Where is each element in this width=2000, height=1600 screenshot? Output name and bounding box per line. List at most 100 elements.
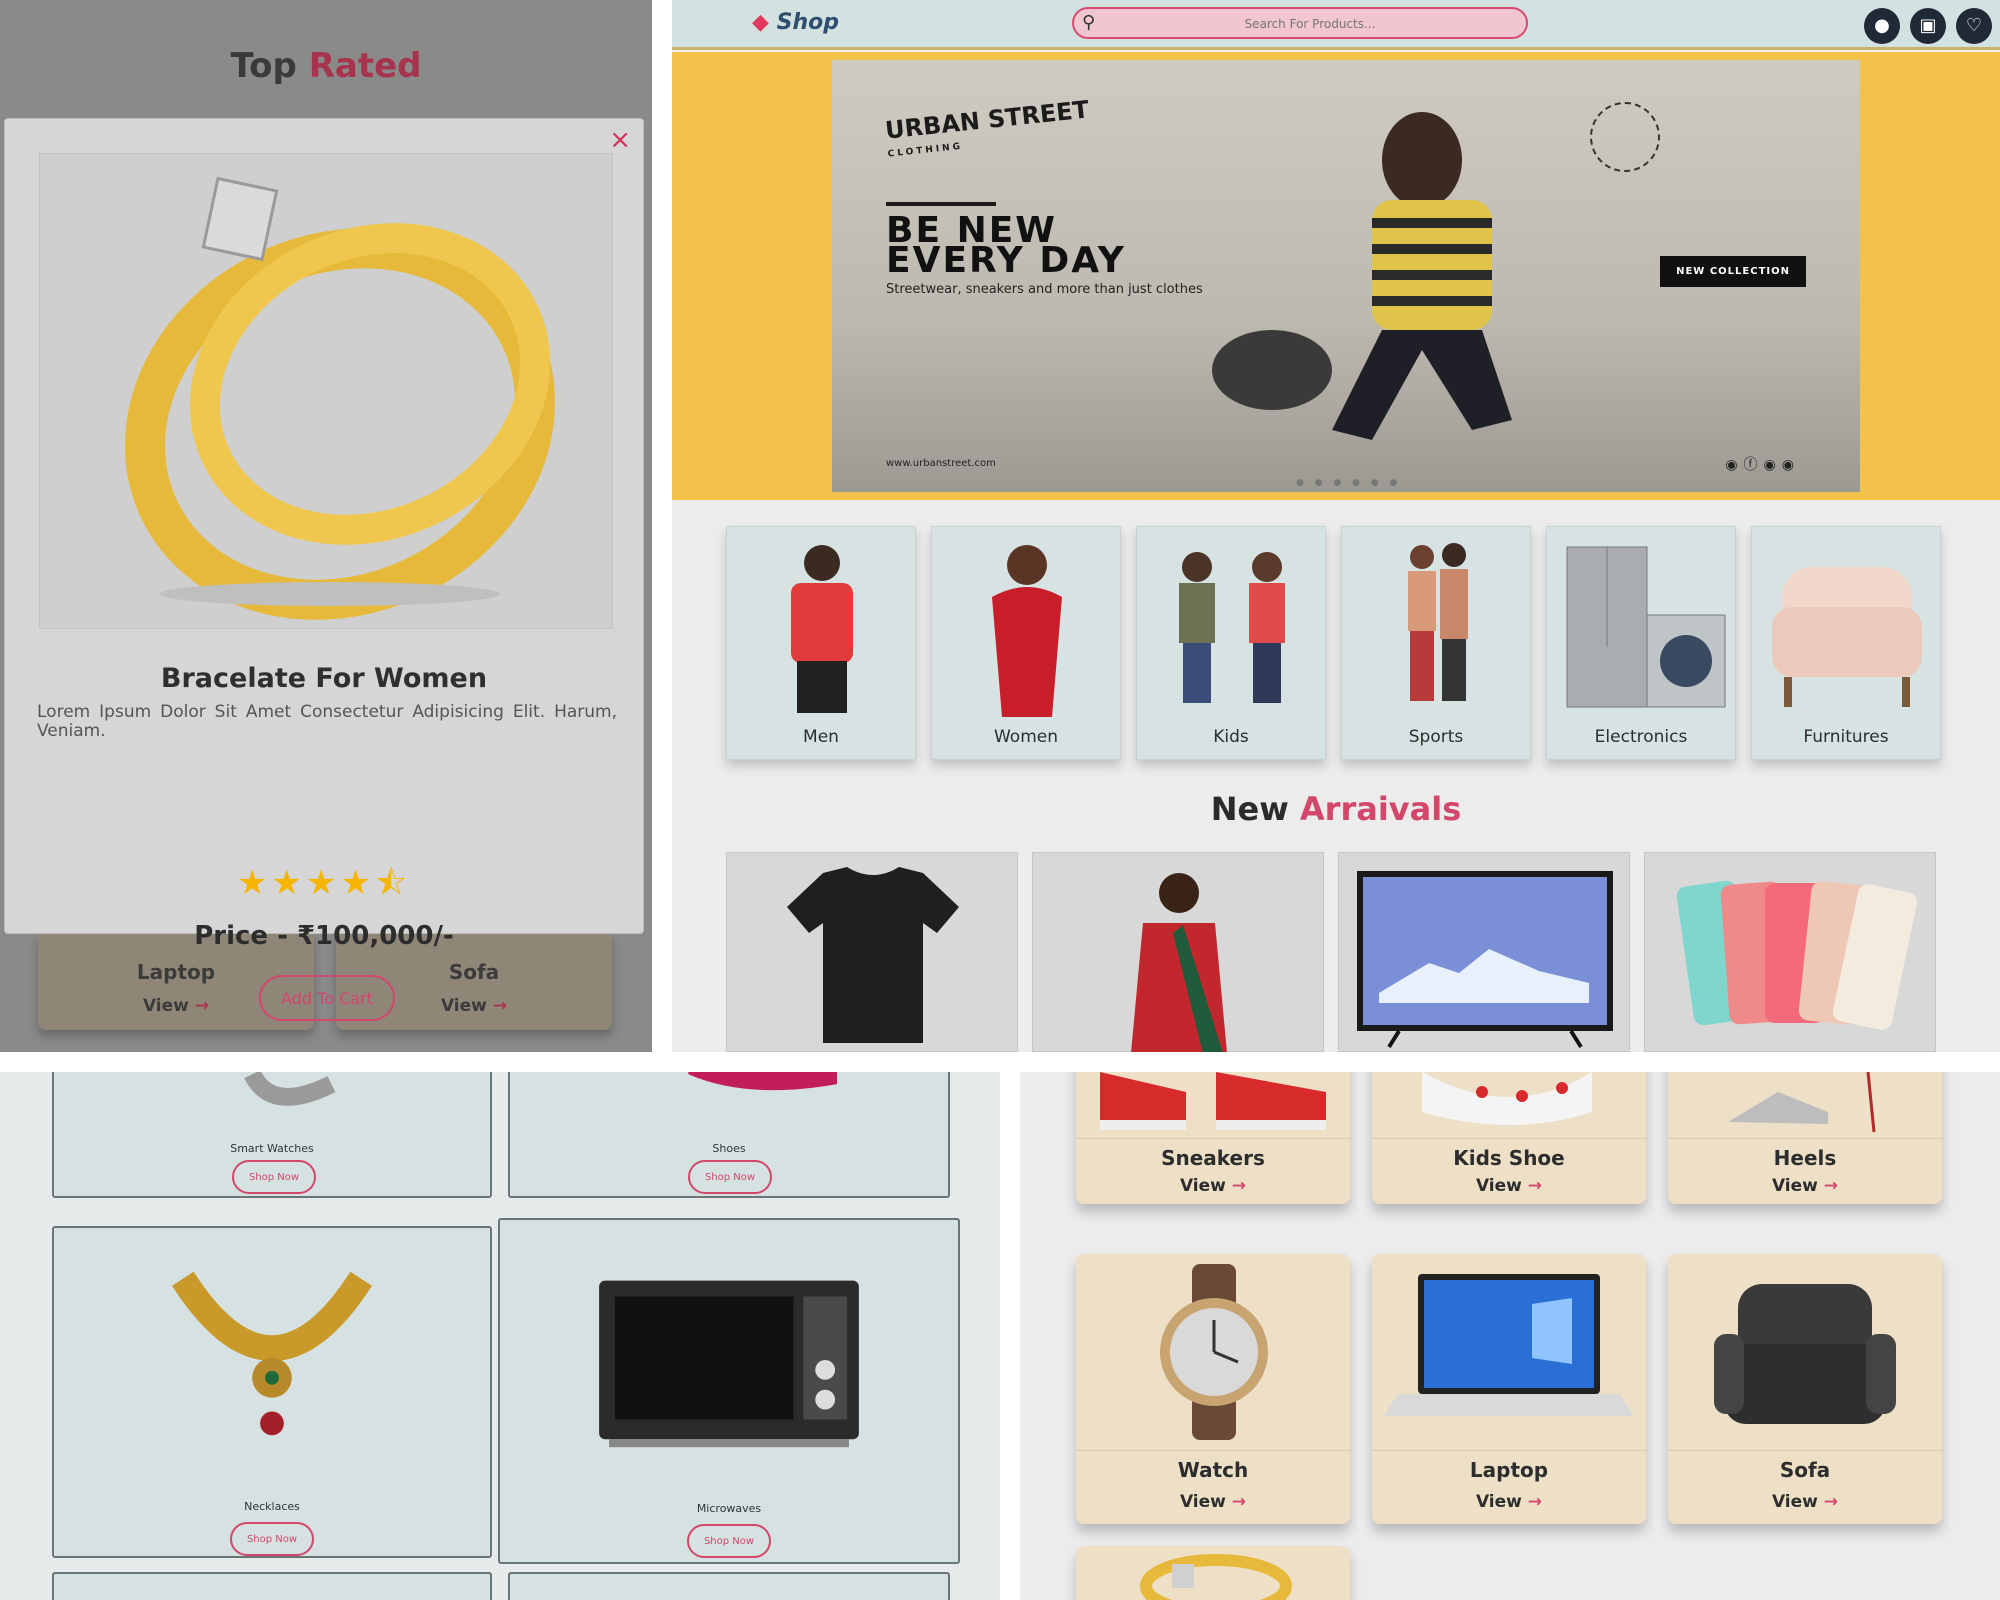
- carousel-dots[interactable]: ● ● ● ● ● ●: [1296, 478, 1401, 488]
- arrival-card-tshirt[interactable]: [726, 852, 1018, 1052]
- close-icon[interactable]: ×: [609, 125, 631, 155]
- heart-icon[interactable]: ♡: [1956, 8, 1992, 44]
- banner-brand: URBAN STREET CLOTHING: [884, 95, 1092, 166]
- microwave-image: [599, 1280, 859, 1448]
- card-divider: [1668, 1450, 1942, 1451]
- view-label: View: [1475, 1176, 1522, 1196]
- shop-now-button[interactable]: Shop Now: [687, 1524, 771, 1558]
- shop-card-smart-watches[interactable]: Smart Watches Shop Now: [52, 1072, 492, 1198]
- category-kids[interactable]: Kids: [1136, 526, 1326, 760]
- add-to-cart-button[interactable]: Add To Cart: [259, 975, 395, 1021]
- card-divider: [1372, 1450, 1646, 1451]
- view-card-watch[interactable]: Watch View →: [1076, 1254, 1350, 1524]
- shop-now-button[interactable]: Shop Now: [230, 1522, 314, 1556]
- view-link[interactable]: View →: [1076, 1492, 1350, 1512]
- category-label: Kids: [1213, 727, 1249, 747]
- banner-subtext: Streetwear, sneakers and more than just …: [886, 282, 1203, 297]
- shop-card-partial[interactable]: [508, 1572, 950, 1600]
- shop-card-name: Necklaces: [244, 1500, 300, 1513]
- view-link[interactable]: View →: [1372, 1492, 1646, 1512]
- sofa-image: [1714, 1284, 1896, 1424]
- arrow-right-icon: →: [1231, 1176, 1247, 1196]
- view-label: View: [440, 996, 487, 1016]
- view-label: View: [142, 996, 189, 1016]
- rating-stars-icon: ★★★★⯪: [236, 863, 412, 903]
- section-title: Top Rated: [0, 46, 652, 86]
- social-icons[interactable]: ◉ⓕ◉◉: [1725, 454, 1800, 474]
- view-label: View: [1179, 1176, 1226, 1196]
- screenshot-collage: Top Rated Laptop View → Sofa View → × Br…: [0, 0, 2000, 1600]
- view-link[interactable]: View →: [1668, 1176, 1942, 1196]
- headline-rule: [886, 202, 996, 206]
- view-card-laptop[interactable]: Laptop View →: [1372, 1254, 1646, 1524]
- view-card-kids-shoe[interactable]: Kids Shoe View →: [1372, 1072, 1646, 1204]
- model-photo: [1212, 112, 1512, 440]
- view-link[interactable]: View →: [1076, 1176, 1350, 1196]
- section-title-accent: Rated: [308, 46, 422, 86]
- new-collection-badge[interactable]: NEW COLLECTION: [1660, 256, 1806, 287]
- banner-url: www.urbanstreet.com: [886, 458, 996, 469]
- category-women[interactable]: Women: [931, 526, 1121, 760]
- smart-watch-image: [244, 1072, 336, 1106]
- search-bar: ⚲: [1072, 7, 1528, 39]
- homepage-panel: ◆ Shop ⚲ ● ▣ ♡ URBAN STREET CLOTHING: [672, 0, 2000, 1052]
- category-label: Sports: [1408, 727, 1464, 747]
- laptop-image: [1384, 1274, 1634, 1416]
- category-sports[interactable]: Sports: [1341, 526, 1531, 760]
- category-men[interactable]: Men: [726, 526, 916, 760]
- view-label: View: [1771, 1492, 1818, 1512]
- view-link[interactable]: View →: [1668, 1492, 1942, 1512]
- search-icon[interactable]: ⚲: [1082, 12, 1095, 33]
- top-rated-panel: Top Rated Laptop View → Sofa View → × Br…: [0, 0, 652, 1052]
- electronics-image: [1566, 546, 1726, 708]
- shop-card-necklaces[interactable]: Necklaces Shop Now: [52, 1226, 492, 1558]
- women-image: [992, 545, 1062, 717]
- bag-icon[interactable]: ▣: [1910, 8, 1946, 44]
- card-divider: [1372, 1138, 1646, 1139]
- view-card-heels[interactable]: Heels View →: [1668, 1072, 1942, 1204]
- arrow-right-icon: →: [492, 996, 508, 1016]
- sports-image: [1408, 543, 1468, 701]
- arrival-card-saree[interactable]: [1032, 852, 1324, 1052]
- hero-banner[interactable]: URBAN STREET CLOTHING BE NEW EVERY DAY S…: [832, 60, 1860, 492]
- tv-image: [1357, 871, 1613, 1049]
- category-label: Men: [803, 727, 839, 747]
- view-card-partial[interactable]: [1076, 1546, 1350, 1600]
- view-card-sofa[interactable]: Sofa View →: [1668, 1254, 1942, 1524]
- shop-card-partial[interactable]: [52, 1572, 492, 1600]
- view-cards-panel: Sneakers View → Kids Shoe View → Heels V…: [1020, 1072, 2000, 1600]
- tag-icon: ◆: [752, 10, 769, 35]
- search-input[interactable]: [1110, 14, 1510, 34]
- shop-now-button[interactable]: Shop Now: [688, 1160, 772, 1194]
- product-modal: × Bracelate For Women Lorem Ipsum Dolor …: [4, 118, 644, 1021]
- view-link[interactable]: View →: [1372, 1176, 1646, 1196]
- category-electronics[interactable]: Electronics: [1546, 526, 1736, 760]
- view-card-name: Kids Shoe: [1453, 1146, 1565, 1170]
- arrow-right-icon: →: [1527, 1492, 1543, 1512]
- arrival-card-phone-cases[interactable]: [1644, 852, 1936, 1052]
- shop-now-button[interactable]: Shop Now: [232, 1160, 316, 1194]
- hero-section: URBAN STREET CLOTHING BE NEW EVERY DAY S…: [672, 52, 2000, 500]
- watch-image: [1160, 1264, 1268, 1440]
- category-label: Women: [993, 727, 1058, 747]
- product-title: Bracelate For Women: [160, 663, 488, 694]
- logo[interactable]: ◆ Shop: [752, 10, 839, 35]
- kids-shoe-image: [1422, 1072, 1592, 1125]
- section-title-word: Top: [230, 46, 297, 86]
- heels-image: [1728, 1072, 1876, 1133]
- user-icon[interactable]: ●: [1864, 8, 1900, 44]
- arrow-right-icon: →: [1231, 1492, 1247, 1512]
- view-card-sneakers[interactable]: Sneakers View →: [1076, 1072, 1350, 1204]
- phone-cases-image: [1676, 880, 1918, 1030]
- arrival-card-tv[interactable]: [1338, 852, 1630, 1052]
- card-divider: [1076, 1138, 1350, 1139]
- kids-image: [1179, 552, 1285, 703]
- category-furnitures[interactable]: Furnitures: [1751, 526, 1941, 760]
- shop-card-microwaves[interactable]: Microwaves Shop Now: [498, 1218, 960, 1564]
- shop-card-shoes[interactable]: Shoes Shop Now: [508, 1072, 950, 1198]
- tshirt-image: [787, 867, 959, 1043]
- arrow-right-icon: →: [1823, 1492, 1839, 1512]
- view-card-name: Laptop: [1469, 1458, 1549, 1482]
- view-label: View: [1179, 1492, 1226, 1512]
- arrow-right-icon: →: [194, 996, 210, 1016]
